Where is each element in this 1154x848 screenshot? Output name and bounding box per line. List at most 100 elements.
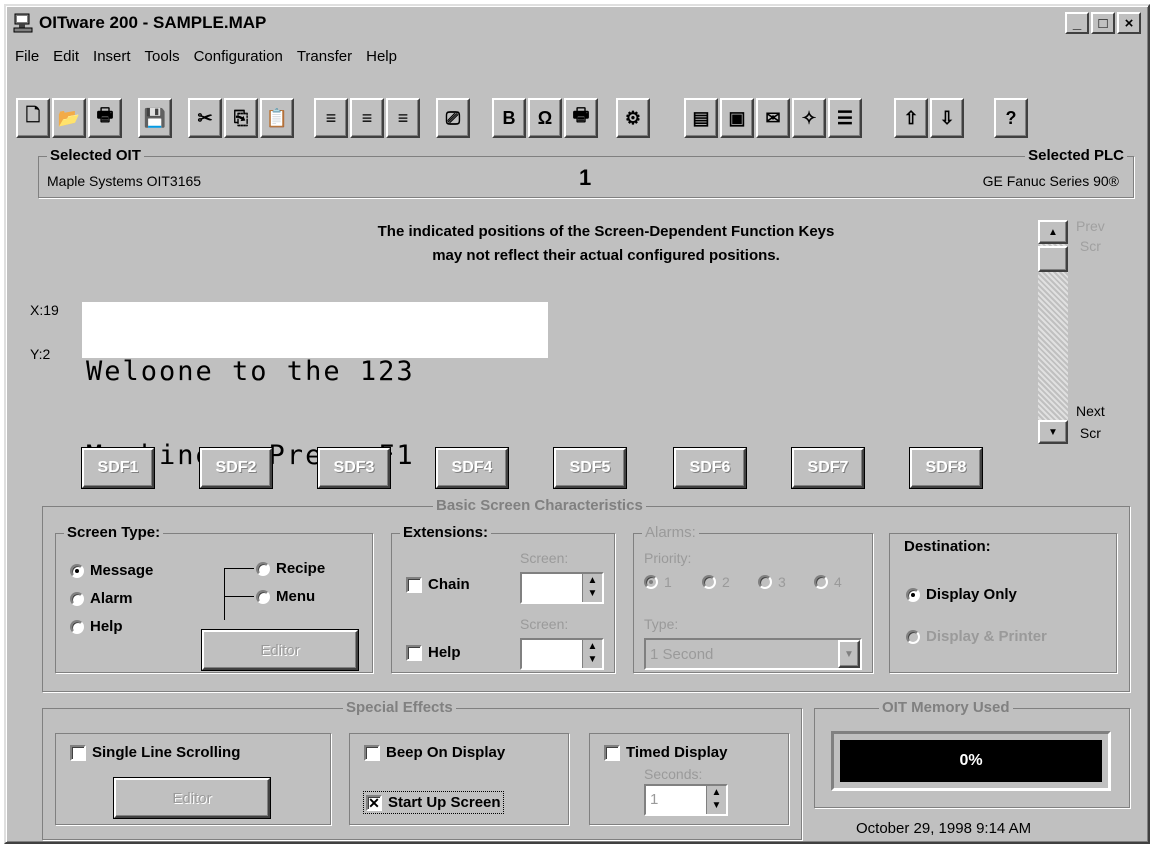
download-button[interactable]: ⇩ [930, 98, 964, 138]
menu-file[interactable]: File [15, 48, 39, 65]
memory-meter: 0% [840, 740, 1102, 782]
chevron-down-icon[interactable]: ▼ [838, 640, 860, 668]
help-spinner-icon[interactable]: ▲ ▼ [582, 640, 602, 668]
sdf1-button[interactable]: SDF1 [82, 448, 154, 488]
special-effects-group: Special Effects Single Line Scrolling Ed… [42, 699, 802, 840]
alarm-type-select[interactable]: 1 Second ▼ [644, 638, 862, 670]
message-radio[interactable]: Message [70, 562, 153, 579]
menu-edit[interactable]: Edit [53, 48, 79, 65]
align-left-button[interactable]: ≡ [314, 98, 348, 138]
notice-line-2: may not reflect their actual configured … [432, 247, 780, 264]
copy-button[interactable]: ⎘ [224, 98, 258, 138]
maximize-button[interactable]: □ [1091, 12, 1115, 34]
sdf2-button[interactable]: SDF2 [200, 448, 272, 488]
align-center-icon: ≡ [361, 107, 373, 128]
selected-plc-label: Selected PLC [1025, 147, 1127, 164]
sdf6-button[interactable]: SDF6 [674, 448, 746, 488]
list-button[interactable]: ☰ [828, 98, 862, 138]
bold-button[interactable]: B [492, 98, 526, 138]
x-position-label: X:19 [30, 302, 59, 318]
scroll-up-button[interactable]: ▲ [1038, 220, 1068, 244]
tree-connector [224, 568, 225, 620]
printer-button[interactable]: 🖶 [564, 98, 598, 138]
star-button[interactable]: ✧ [792, 98, 826, 138]
selected-oit-label: Selected OIT [47, 147, 144, 164]
alarm-radio-dot [70, 591, 84, 606]
start-up-screen-checkbox[interactable]: ✕ Start Up Screen [363, 791, 504, 814]
cut-button[interactable]: ✂ [188, 98, 222, 138]
controller-button[interactable]: ⚙ [616, 98, 650, 138]
oit-device-button[interactable]: ▤ [684, 98, 718, 138]
delete-button[interactable]: ⎚ [436, 98, 470, 138]
print-preview-button[interactable]: 🖶 [88, 98, 122, 138]
save-button[interactable]: 💾 [138, 98, 172, 138]
close-button[interactable]: × [1117, 12, 1141, 34]
beep-on-display-checkbox[interactable]: Beep On Display [364, 744, 505, 761]
menu-transfer[interactable]: Transfer [297, 48, 352, 65]
priority-3-radio[interactable]: 3 [758, 574, 786, 590]
sdf4-button[interactable]: SDF4 [436, 448, 508, 488]
recipe-radio[interactable]: Recipe [256, 560, 325, 577]
align-center-button[interactable]: ≡ [350, 98, 384, 138]
chain-screen-input[interactable]: ▲ ▼ [520, 572, 604, 604]
priority-1-radio[interactable]: 1 [644, 574, 672, 590]
help-radio[interactable]: Help [70, 618, 123, 635]
menu-help[interactable]: Help [366, 48, 397, 65]
align-right-button[interactable]: ≡ [386, 98, 420, 138]
sdf8-button[interactable]: SDF8 [910, 448, 982, 488]
priority-3-dot [758, 575, 772, 589]
menu-insert[interactable]: Insert [93, 48, 131, 65]
special-char-button[interactable]: Ω [528, 98, 562, 138]
priority-1-label: 1 [664, 574, 672, 590]
y-position-label: Y:2 [30, 346, 51, 362]
seconds-spinner-icon[interactable]: ▲ ▼ [706, 786, 726, 814]
minimize-button[interactable]: _ [1065, 12, 1089, 34]
help-screen-input[interactable]: ▲ ▼ [520, 638, 604, 670]
next-label: Next [1076, 403, 1105, 419]
screen-scrollbar[interactable]: ▲ ▼ [1038, 220, 1068, 444]
menu-tools[interactable]: Tools [145, 48, 180, 65]
alarms-label: Alarms: [642, 524, 699, 541]
open-button[interactable]: 📂 [52, 98, 86, 138]
oit-display-preview[interactable]: Weloone to the 123 Machine - Press F1 [82, 302, 548, 470]
selected-plc-value: GE Fanuc Series 90® [982, 173, 1119, 189]
priority-2-radio[interactable]: 2 [702, 574, 730, 590]
seconds-input[interactable]: 1 ▲ ▼ [644, 784, 728, 816]
controller-icon: ⚙ [624, 107, 642, 128]
screen-button[interactable]: ▣ [720, 98, 754, 138]
scroll-down-button[interactable]: ▼ [1038, 420, 1068, 444]
screen-type-editor-button[interactable]: Editor [202, 630, 358, 670]
memory-group: OIT Memory Used 0% [814, 699, 1130, 808]
display-only-radio[interactable]: Display Only [906, 586, 1017, 603]
sdf3-button[interactable]: SDF3 [318, 448, 390, 488]
timed-display-checkbox[interactable]: Timed Display [604, 744, 727, 761]
scrolling-editor-button[interactable]: Editor [114, 778, 270, 818]
priority-4-radio[interactable]: 4 [814, 574, 842, 590]
sdf5-button[interactable]: SDF5 [554, 448, 626, 488]
alarm-radio[interactable]: Alarm [70, 590, 133, 607]
help-button[interactable]: ? [994, 98, 1028, 138]
single-line-scrolling-checkbox[interactable]: Single Line Scrolling [70, 744, 240, 761]
chain-screen-label: Screen: [520, 550, 569, 566]
chain-checkbox[interactable]: Chain [406, 576, 470, 593]
message-button[interactable]: ✉ [756, 98, 790, 138]
sdf7-button[interactable]: SDF7 [792, 448, 864, 488]
single-line-check-box [70, 744, 86, 761]
display-printer-radio[interactable]: Display & Printer [906, 628, 1047, 645]
menu-configuration[interactable]: Configuration [194, 48, 283, 65]
paste-button[interactable]: 📋 [260, 98, 294, 138]
upload-button[interactable]: ⇧ [894, 98, 928, 138]
recipe-radio-dot [256, 561, 270, 576]
scroll-thumb[interactable] [1038, 246, 1068, 272]
download-icon: ⇩ [939, 107, 955, 128]
new-file-button[interactable]: 🗋 [16, 98, 50, 138]
chain-spinner-icon[interactable]: ▲ ▼ [582, 574, 602, 602]
help-ext-checkbox[interactable]: Help [406, 644, 461, 661]
single-line-label: Single Line Scrolling [92, 744, 241, 761]
app-icon[interactable] [13, 12, 35, 34]
sdf7-label: SDF7 [807, 459, 849, 476]
copy-icon: ⎘ [233, 107, 249, 128]
title-bar: OITware 200 - SAMPLE.MAP _ □ × [9, 9, 1145, 37]
menu-radio[interactable]: Menu [256, 588, 315, 605]
alarm-type-value: 1 Second [650, 646, 714, 663]
